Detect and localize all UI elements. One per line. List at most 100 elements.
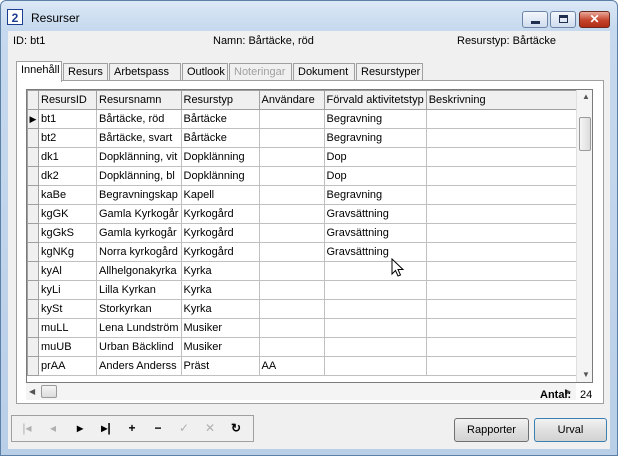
table-cell[interactable]: muUB xyxy=(38,337,97,357)
scroll-left-icon[interactable]: ◀ xyxy=(29,387,35,396)
tab-dokument[interactable]: Dokument xyxy=(293,63,355,80)
table-cell[interactable]: Kyrkogård xyxy=(180,242,260,262)
table-row[interactable]: muLL Lena Lundström Musiker xyxy=(27,318,584,338)
table-cell[interactable] xyxy=(425,337,584,357)
table-cell[interactable] xyxy=(323,261,427,281)
minimize-button[interactable] xyxy=(522,11,548,28)
table-cell[interactable] xyxy=(258,185,325,205)
previous-record-button[interactable]: ◂ xyxy=(41,418,65,439)
tab-arbetspass[interactable]: Arbetspass xyxy=(109,63,181,80)
table-cell[interactable]: Lilla Kyrkan xyxy=(96,280,182,300)
table-row[interactable]: kyLi Lilla Kyrkan Kyrka xyxy=(27,280,584,300)
table-cell[interactable] xyxy=(323,299,427,319)
maximize-button[interactable] xyxy=(550,11,576,28)
first-record-button[interactable]: |◂ xyxy=(15,418,39,439)
tab-innehall[interactable]: Innehåll xyxy=(16,61,62,82)
table-cell[interactable]: Anders Anderss xyxy=(96,356,182,376)
table-cell[interactable]: Kyrka xyxy=(180,299,260,319)
table-row[interactable]: kaBe Begravningskap Kapell Begravning xyxy=(27,185,584,205)
column-header-anvandare[interactable]: Användare xyxy=(258,90,325,110)
row-selector[interactable] xyxy=(27,166,39,186)
tab-resurs[interactable]: Resurs xyxy=(63,63,108,80)
table-cell[interactable]: Dopklänning, vit xyxy=(96,147,182,167)
table-cell[interactable] xyxy=(258,299,325,319)
close-button[interactable]: ✕ xyxy=(579,11,610,28)
add-record-button[interactable]: + xyxy=(120,418,144,439)
table-cell[interactable]: kyAl xyxy=(38,261,97,281)
table-cell[interactable] xyxy=(258,242,325,262)
table-cell[interactable]: Bårtäcke xyxy=(180,109,260,129)
table-cell[interactable]: Kapell xyxy=(180,185,260,205)
table-cell[interactable]: prAA xyxy=(38,356,97,376)
table-cell[interactable] xyxy=(258,128,325,148)
row-selector[interactable]: ▶ xyxy=(27,109,39,129)
table-cell[interactable]: AA xyxy=(258,356,325,376)
table-cell[interactable]: Dop xyxy=(323,166,427,186)
scroll-down-icon[interactable]: ▼ xyxy=(582,370,590,379)
table-cell[interactable] xyxy=(323,356,427,376)
table-cell[interactable] xyxy=(323,337,427,357)
horizontal-scroll-thumb[interactable] xyxy=(41,385,57,398)
table-cell[interactable]: Dopklänning xyxy=(180,166,260,186)
table-cell[interactable]: Norra kyrkogård xyxy=(96,242,182,262)
table-cell[interactable]: Dopklänning xyxy=(180,147,260,167)
table-cell[interactable]: Gravsättning xyxy=(323,223,427,243)
vertical-scroll-thumb[interactable] xyxy=(579,117,591,151)
table-cell[interactable]: Lena Lundström xyxy=(96,318,182,338)
table-cell[interactable]: Gamla Kyrkogår xyxy=(96,204,182,224)
table-cell[interactable] xyxy=(258,204,325,224)
table-cell[interactable]: Kyrka xyxy=(180,280,260,300)
table-cell[interactable] xyxy=(425,109,584,129)
delete-record-button[interactable]: − xyxy=(146,418,170,439)
table-row[interactable]: dk1 Dopklänning, vit Dopklänning Dop xyxy=(27,147,584,167)
table-cell[interactable] xyxy=(425,166,584,186)
table-cell[interactable]: Gamla kyrkogår xyxy=(96,223,182,243)
table-cell[interactable] xyxy=(258,280,325,300)
resources-grid[interactable]: ResursID Resursnamn Resurstyp Användare … xyxy=(26,89,593,383)
column-header-resurstyp[interactable]: Resurstyp xyxy=(180,90,260,110)
column-header-beskrivning[interactable]: Beskrivning xyxy=(425,90,584,110)
table-cell[interactable]: Begravning xyxy=(323,128,427,148)
table-cell[interactable]: kySt xyxy=(38,299,97,319)
row-selector[interactable] xyxy=(27,242,39,262)
horizontal-scrollbar[interactable]: ◀ ▶ xyxy=(26,383,576,400)
row-selector[interactable] xyxy=(27,261,39,281)
table-cell[interactable] xyxy=(425,242,584,262)
tab-resurstyper[interactable]: Resurstyper xyxy=(356,63,423,80)
table-cell[interactable]: Gravsättning xyxy=(323,242,427,262)
table-cell[interactable] xyxy=(425,356,584,376)
table-cell[interactable]: Storkyrkan xyxy=(96,299,182,319)
table-cell[interactable]: Gravsättning xyxy=(323,204,427,224)
table-row[interactable]: kgNKg Norra kyrkogård Kyrkogård Gravsättnin… xyxy=(27,242,584,262)
row-selector[interactable] xyxy=(27,223,39,243)
table-cell[interactable] xyxy=(258,261,325,281)
table-cell[interactable] xyxy=(323,318,427,338)
row-selector[interactable] xyxy=(27,204,39,224)
row-selector[interactable] xyxy=(27,128,39,148)
table-cell[interactable]: Bårtäcke xyxy=(180,128,260,148)
table-cell[interactable]: Musiker xyxy=(180,337,260,357)
scroll-up-icon[interactable]: ▲ xyxy=(582,92,590,101)
row-selector[interactable] xyxy=(27,356,39,376)
tab-outlook[interactable]: Outlook xyxy=(182,63,228,80)
table-cell[interactable] xyxy=(258,166,325,186)
table-row[interactable]: ▶ bt1 Bårtäcke, röd Bårtäcke Begravning xyxy=(27,109,584,129)
table-cell[interactable]: Bårtäcke, röd xyxy=(96,109,182,129)
table-cell[interactable]: bt2 xyxy=(38,128,97,148)
table-row[interactable]: dk2 Dopklänning, bl Dopklänning Dop xyxy=(27,166,584,186)
table-row[interactable]: muUB Urban Bäcklind Musiker xyxy=(27,337,584,357)
table-row[interactable]: kySt Storkyrkan Kyrka xyxy=(27,299,584,319)
selection-button[interactable]: Urval xyxy=(534,418,607,442)
refresh-button[interactable]: ↻ xyxy=(224,418,248,439)
column-header-forvald-aktivitetstyp[interactable]: Förvald aktivitetstyp xyxy=(323,90,427,110)
table-row[interactable]: kgGK Gamla Kyrkogår Kyrkogård Gravsättning xyxy=(27,204,584,224)
cancel-record-button[interactable]: ✕ xyxy=(198,418,222,439)
table-cell[interactable]: Begravning xyxy=(323,109,427,129)
row-selector[interactable] xyxy=(27,318,39,338)
table-cell[interactable]: bt1 xyxy=(38,109,97,129)
table-cell[interactable] xyxy=(425,147,584,167)
table-cell[interactable]: kyLi xyxy=(38,280,97,300)
table-cell[interactable] xyxy=(258,223,325,243)
table-cell[interactable] xyxy=(425,280,584,300)
row-selector[interactable] xyxy=(27,299,39,319)
